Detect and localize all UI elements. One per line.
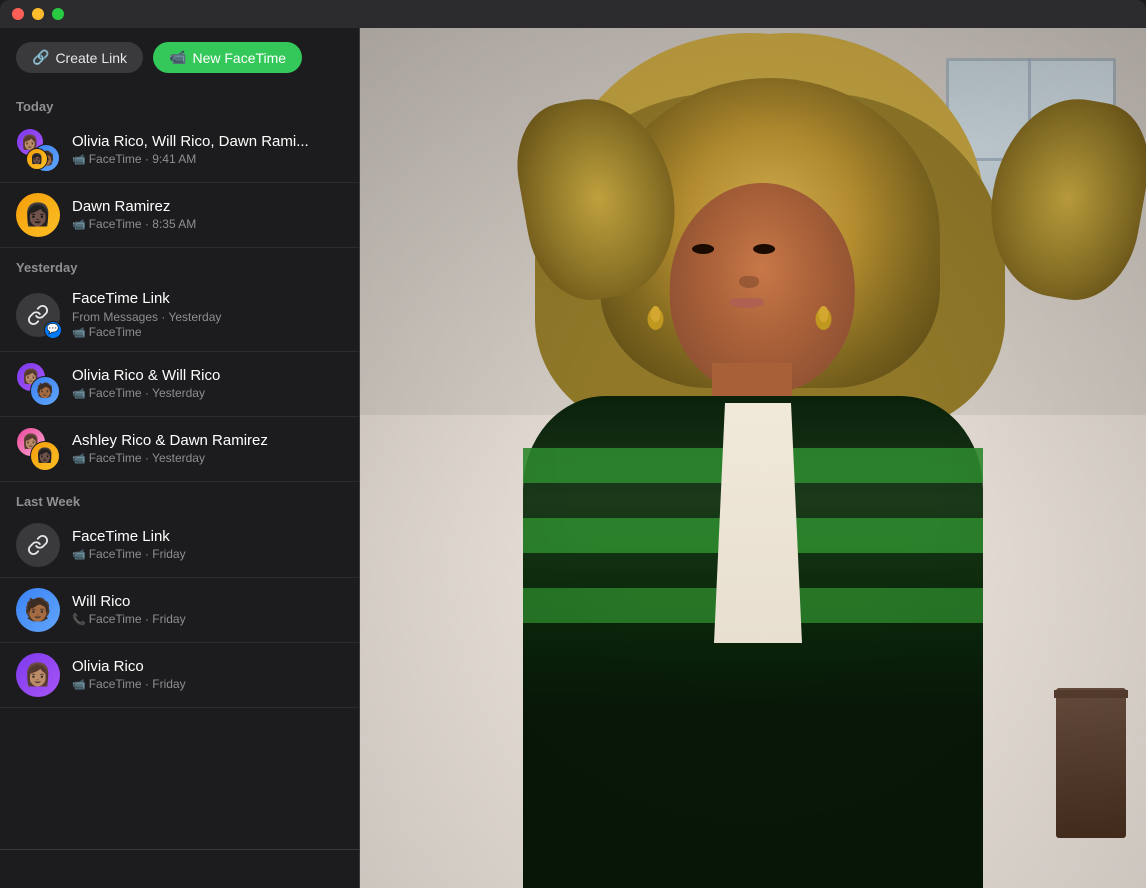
create-link-label: Create Link [55, 50, 127, 66]
call-info: Will Rico 📞 FaceTime · Friday [72, 592, 343, 628]
avatar-will: 🧑🏾 [30, 376, 60, 406]
photo-area [360, 28, 1146, 888]
call-info: Ashley Rico & Dawn Ramirez 📹 FaceTime · … [72, 431, 343, 467]
call-sub: 📹 FaceTime · Friday [72, 547, 343, 563]
avatar-group: 👩🏽 🧑🏾 👩🏿 [16, 128, 60, 172]
call-sub: 📹 FaceTime · 9:41 AM [72, 152, 343, 168]
earring-right [819, 306, 829, 322]
caption-bar: 通訊記錄列表 [0, 849, 359, 888]
call-sub: 📹 FaceTime · Friday [72, 677, 343, 693]
call-name: Olivia Rico [72, 657, 343, 677]
new-facetime-button[interactable]: 📹 New FaceTime [153, 42, 302, 73]
call-item-facetime-link-messages[interactable]: 💬 FaceTime Link From Messages · Yesterda… [0, 279, 359, 352]
call-name: Will Rico [72, 592, 343, 612]
call-sub: 📹 FaceTime · Yesterday [72, 451, 343, 467]
link-icon-svg [27, 534, 49, 556]
video-icon: 📹 [72, 218, 86, 232]
caption-text: 通訊記錄列表 [131, 862, 227, 879]
call-item-olivia-will-dawn[interactable]: 👩🏽 🧑🏾 👩🏿 Olivia Rico, Will Rico, Dawn Ra… [0, 118, 359, 183]
call-info: Dawn Ramirez 📹 FaceTime · 8:35 AM [72, 197, 343, 233]
maximize-button[interactable] [52, 8, 64, 20]
toolbar: 🔗 Create Link 📹 New FaceTime [0, 28, 359, 87]
video-camera-icon: 📹 [169, 49, 186, 66]
create-link-button[interactable]: 🔗 Create Link [16, 42, 143, 73]
phone-icon: 📞 [72, 613, 86, 627]
video-icon: 📹 [72, 452, 86, 466]
call-sub: 📹 FaceTime · Yesterday [72, 386, 343, 402]
link-icon: 🔗 [32, 49, 49, 66]
call-sub: 📞 FaceTime · Friday [72, 612, 343, 628]
video-icon: 📹 [72, 548, 86, 562]
avatar-dawn-single: 👩🏿 [16, 193, 60, 237]
call-name: Olivia Rico & Will Rico [72, 366, 343, 386]
app-window: 🔗 Create Link 📹 New FaceTime Today 👩🏽 🧑 [0, 28, 1146, 888]
eye-left [692, 244, 714, 254]
nose [739, 276, 759, 288]
minimize-button[interactable] [32, 8, 44, 20]
avatar-dawn: 👩🏿 [26, 148, 48, 170]
call-item-will-rico[interactable]: 🧑🏾 Will Rico 📞 FaceTime · Friday [0, 578, 359, 643]
link-icon-svg [27, 304, 49, 326]
avatar-group: 👩🏽 🧑🏾 [16, 362, 60, 406]
call-item-dawn[interactable]: 👩🏿 Dawn Ramirez 📹 FaceTime · 8:35 AM [0, 183, 359, 248]
section-header-yesterday: Yesterday [0, 248, 359, 279]
call-name: FaceTime Link [72, 289, 343, 309]
call-info: Olivia Rico, Will Rico, Dawn Rami... 📹 F… [72, 132, 343, 168]
call-item-ashley-dawn[interactable]: 👩🏽 👩🏿 Ashley Rico & Dawn Ramirez 📹 FaceT… [0, 417, 359, 482]
lips [730, 298, 764, 308]
call-sub: From Messages · Yesterday [72, 310, 343, 326]
call-item-olivia-will[interactable]: 👩🏽 🧑🏾 Olivia Rico & Will Rico 📹 FaceTime… [0, 352, 359, 417]
call-name: Dawn Ramirez [72, 197, 343, 217]
call-sub-2: 📹 FaceTime [72, 325, 343, 341]
video-icon: 📹 [72, 387, 86, 401]
avatar-dawn: 👩🏿 [30, 441, 60, 471]
new-facetime-label: New FaceTime [192, 50, 286, 66]
earring-left [651, 306, 661, 322]
bg-shelf-plank [1054, 690, 1128, 698]
call-item-olivia-rico[interactable]: 👩🏽 Olivia Rico 📹 FaceTime · Friday [0, 643, 359, 708]
main-content [360, 28, 1146, 888]
call-info: FaceTime Link 📹 FaceTime · Friday [72, 527, 343, 563]
call-sub: 📹 FaceTime · 8:35 AM [72, 217, 343, 233]
call-name: FaceTime Link [72, 527, 343, 547]
avatar-group: 👩🏽 👩🏿 [16, 427, 60, 471]
call-info: Olivia Rico 📹 FaceTime · Friday [72, 657, 343, 693]
sidebar: 🔗 Create Link 📹 New FaceTime Today 👩🏽 🧑 [0, 28, 360, 888]
section-header-today: Today [0, 87, 359, 118]
avatar-will-single: 🧑🏾 [16, 588, 60, 632]
call-name: Olivia Rico, Will Rico, Dawn Rami... [72, 132, 343, 152]
eye-right [753, 244, 775, 254]
video-icon: 📹 [72, 326, 86, 340]
call-list: Today 👩🏽 🧑🏾 👩🏿 Olivia Rico, Will Rico, D [0, 87, 359, 849]
call-item-facetime-link-friday[interactable]: FaceTime Link 📹 FaceTime · Friday [0, 513, 359, 578]
messages-badge: 💬 [44, 321, 62, 339]
avatar-link [16, 523, 60, 567]
title-bar [0, 0, 1146, 28]
face [670, 183, 855, 393]
bg-shelf [1056, 688, 1126, 838]
video-icon: 📹 [72, 678, 86, 692]
section-header-last-week: Last Week [0, 482, 359, 513]
avatar-link: 💬 [16, 293, 60, 337]
video-icon: 📹 [72, 153, 86, 167]
call-name: Ashley Rico & Dawn Ramirez [72, 431, 343, 451]
close-button[interactable] [12, 8, 24, 20]
avatar-olivia-single: 👩🏽 [16, 653, 60, 697]
call-info: Olivia Rico & Will Rico 📹 FaceTime · Yes… [72, 366, 343, 402]
call-info: FaceTime Link From Messages · Yesterday … [72, 289, 343, 341]
